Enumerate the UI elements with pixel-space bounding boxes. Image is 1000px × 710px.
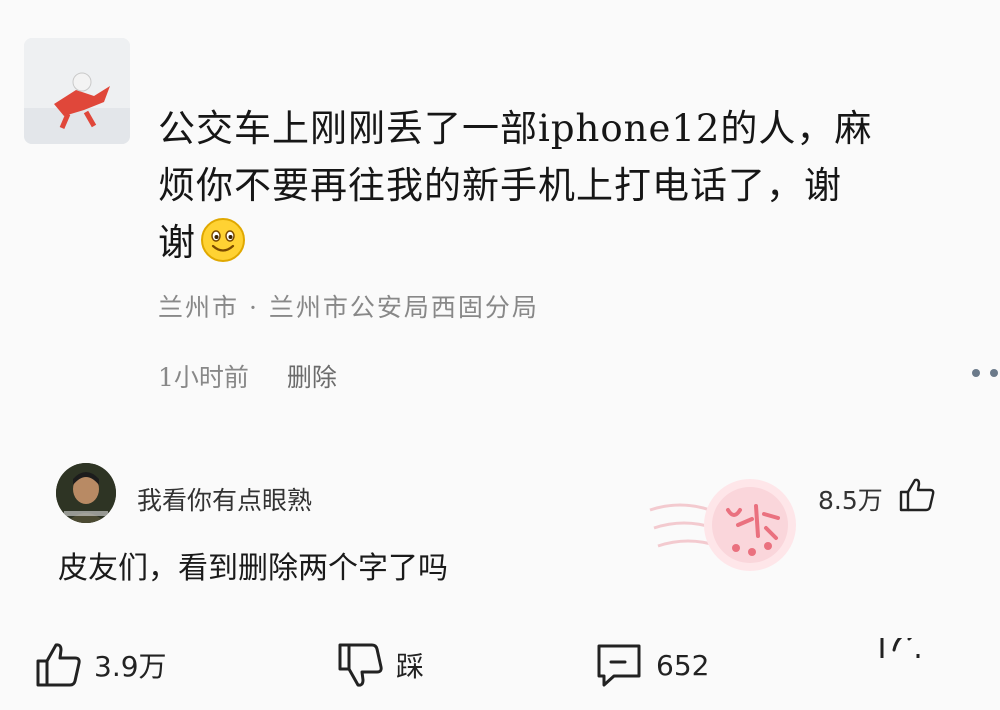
- thumbs-down-icon: [338, 643, 383, 687]
- comment-text: 皮友们，看到删除两个字了吗: [58, 551, 448, 586]
- post-text-line: 谢: [158, 214, 978, 271]
- action-bar: 3.9万 踩 652: [0, 630, 1000, 700]
- post-card: 公交车上刚刚丢了一部iphone12的人，麻 烦你不要再往我的新手机上打电话了，…: [0, 0, 1000, 430]
- post-time: 1小时前: [158, 363, 249, 392]
- post-text-line: 烦你不要再往我的新手机上打电话了，谢: [158, 164, 842, 207]
- dislike-label: 踩: [396, 650, 425, 683]
- dislike-button[interactable]: 踩: [336, 630, 424, 700]
- post-text-end: 谢: [158, 221, 196, 264]
- comment-bubble-icon: [597, 644, 641, 687]
- post-meta: 1小时前 删除: [158, 358, 337, 394]
- like-button[interactable]: 3.9万: [34, 630, 167, 700]
- more-dots-icon[interactable]: [968, 366, 1000, 380]
- post-location: 兰州市 · 兰州市公安局西固分局: [158, 293, 539, 322]
- post-text: 公交车上刚刚丢了一部iphone12的人，麻 烦你不要再往我的新手机上打电话了，…: [158, 100, 978, 271]
- comment-like-count: 8.5万: [818, 486, 883, 515]
- post-text-line: 公交车上刚刚丢了一部iphone12的人，麻: [158, 107, 873, 150]
- commenter-avatar[interactable]: [56, 463, 116, 523]
- delete-link[interactable]: 删除: [287, 363, 337, 392]
- thumbs-up-icon: [36, 643, 81, 687]
- comment-count: 652: [656, 648, 710, 682]
- like-count: 3.9万: [94, 650, 167, 683]
- poster-avatar[interactable]: [24, 38, 130, 144]
- comment-button[interactable]: 652: [594, 630, 709, 700]
- share-button[interactable]: [876, 638, 924, 658]
- commenter-username[interactable]: 我看你有点眼熟: [137, 481, 312, 517]
- top-comment: 我看你有点眼熟 8.5万 皮友们，看到删除两个字了吗: [0, 455, 1000, 595]
- share-icon: [880, 638, 920, 658]
- thumbs-up-icon[interactable]: [898, 477, 936, 513]
- smiley-emoji-icon: [201, 218, 245, 262]
